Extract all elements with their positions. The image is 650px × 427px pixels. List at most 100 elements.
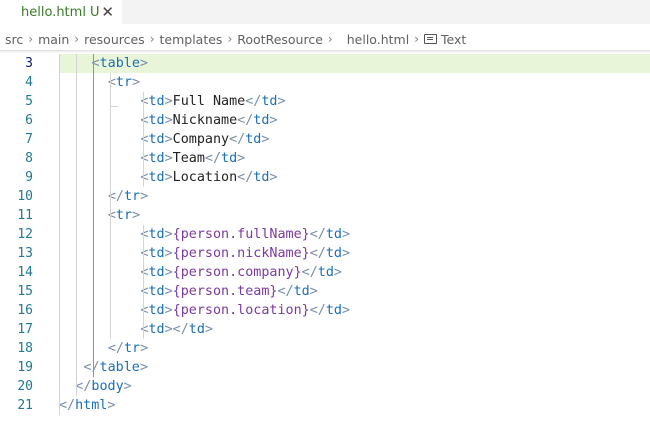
tag-name: table: [99, 360, 140, 375]
breadcrumb-item-src[interactable]: src: [5, 32, 23, 47]
breadcrumb-item-main[interactable]: main: [38, 32, 69, 47]
code-text: <td></td>: [140, 320, 213, 339]
tab-filename: hello.html: [21, 4, 86, 20]
tag-bracket: </: [59, 398, 76, 413]
tag-bracket: </: [107, 341, 124, 356]
tag-name: td: [148, 227, 165, 242]
code-line[interactable]: 20 </body>: [0, 377, 650, 396]
tag-name: body: [91, 379, 124, 394]
chevron-right-icon: ›: [28, 32, 34, 46]
line-number: 8: [25, 151, 33, 166]
tag-bracket: >: [341, 303, 351, 318]
tag-bracket: >: [277, 94, 286, 109]
code-text: <td>{person.company}</td>: [140, 263, 342, 282]
code-line[interactable]: 4 <tr>: [0, 73, 650, 92]
text-content: Location: [172, 170, 238, 185]
code-line[interactable]: 6 <td>Nickname</td>: [0, 111, 650, 130]
line-number: 15: [17, 284, 33, 299]
code-text: <td>Team</td>: [140, 149, 245, 168]
tag-bracket: >: [269, 170, 278, 185]
code-line[interactable]: 13 <td>{person.nickName}</td>: [0, 244, 650, 263]
code-line[interactable]: 15 <td>{person.team}</td>: [0, 282, 650, 301]
close-icon[interactable]: ✕: [101, 3, 114, 21]
breadcrumb-item-templates[interactable]: templates: [160, 32, 223, 47]
tag-name: tr: [115, 208, 133, 223]
line-number: 11: [17, 208, 33, 223]
tag-bracket: </: [204, 151, 222, 166]
tag-name: td: [148, 170, 165, 185]
tag-name: td: [325, 246, 342, 261]
tag-name: td: [325, 303, 342, 318]
code-line[interactable]: 9 <td>Location</td>: [0, 168, 650, 187]
breadcrumb-item-rootresource[interactable]: RootResource: [237, 32, 323, 47]
line-number: 3: [25, 56, 33, 71]
tag-bracket: >: [204, 322, 213, 337]
line-number: 6: [25, 113, 33, 128]
line-number: 20: [17, 379, 33, 394]
tag-name: td: [148, 303, 165, 318]
tag-bracket: >: [132, 75, 141, 90]
code-text: <td>Nickname</td>: [140, 111, 277, 130]
tag-bracket: >: [341, 246, 351, 261]
tag-name: tr: [123, 341, 141, 356]
template-expression: {person.nickName}: [172, 246, 310, 261]
line-number: 21: [17, 398, 33, 413]
code-line[interactable]: 17 <td></td>: [0, 320, 650, 339]
code-text: <tr>: [108, 73, 140, 92]
tag-name: table: [99, 56, 140, 71]
code-text: <table>: [92, 54, 148, 73]
text-content: Team: [172, 151, 205, 166]
tag-name: td: [253, 113, 270, 128]
line-number: 17: [17, 322, 33, 337]
tag-name: td: [148, 113, 165, 128]
code-line[interactable]: 21 </html>: [0, 396, 650, 415]
code-line[interactable]: 18 </tr>: [0, 339, 650, 358]
code-line[interactable]: 5 <td>Full Name</td>: [0, 92, 650, 111]
line-number: 16: [17, 303, 33, 318]
tag-bracket: >: [237, 151, 246, 166]
code-line[interactable]: 14 <td>{person.company}</td>: [0, 263, 650, 282]
chevron-right-icon: ›: [327, 32, 333, 46]
line-number: 7: [25, 132, 33, 147]
tag-bracket: >: [269, 113, 278, 128]
tag-name: html: [75, 398, 108, 413]
line-number: 13: [17, 246, 33, 261]
git-untracked-badge: U: [89, 4, 100, 20]
tag-bracket: >: [164, 246, 173, 261]
code-line[interactable]: 16 <td>{person.location}</td>: [0, 301, 650, 320]
code-line[interactable]: 7 <td>Company</td>: [0, 130, 650, 149]
code-text: <td>{person.nickName}</td>: [140, 244, 350, 263]
chevron-right-icon: ›: [414, 32, 419, 46]
breadcrumb-item-resources[interactable]: resources: [84, 32, 145, 47]
code-editor[interactable]: 3 <table> 4 <tr> 5 <td>Full Name</td> 6 <td>Nic…: [0, 53, 650, 427]
template-expression: {person.team}: [172, 284, 278, 299]
editor-tab-bar: hello.html U ✕: [0, 0, 650, 24]
indent-guide: [76, 54, 77, 396]
tag-bracket: ></: [164, 322, 189, 337]
tag-bracket: >: [164, 151, 173, 166]
breadcrumb-item-file[interactable]: hello.html: [347, 32, 409, 47]
line-number: 5: [25, 94, 33, 109]
line-number: 14: [17, 265, 33, 280]
tag-bracket: </: [277, 284, 294, 299]
code-text: </tr>: [108, 339, 148, 358]
tag-bracket: </: [83, 360, 100, 375]
code-line[interactable]: 19 </table>: [0, 358, 650, 377]
code-line[interactable]: 11 <tr>: [0, 206, 650, 225]
breadcrumb-item-symbol[interactable]: Text: [423, 32, 466, 47]
code-line[interactable]: 10 </tr>: [0, 187, 650, 206]
code-line[interactable]: 3 <table>: [0, 54, 650, 73]
code-line[interactable]: 8 <td>Team</td>: [0, 149, 650, 168]
code-text: </html>: [59, 396, 115, 415]
code-line[interactable]: 12 <td>{person.fullName}</td>: [0, 225, 650, 244]
indent-guide: [110, 225, 111, 339]
tag-bracket: >: [164, 227, 173, 242]
line-number: 4: [25, 75, 33, 90]
code-text: <td>{person.team}</td>: [140, 282, 317, 301]
tag-name: td: [325, 227, 342, 242]
tag-bracket: </: [309, 246, 326, 261]
tag-bracket: >: [140, 341, 149, 356]
tab-hello-html[interactable]: hello.html U ✕: [0, 0, 122, 24]
tag-bracket: >: [164, 265, 173, 280]
tag-bracket: >: [309, 284, 318, 299]
